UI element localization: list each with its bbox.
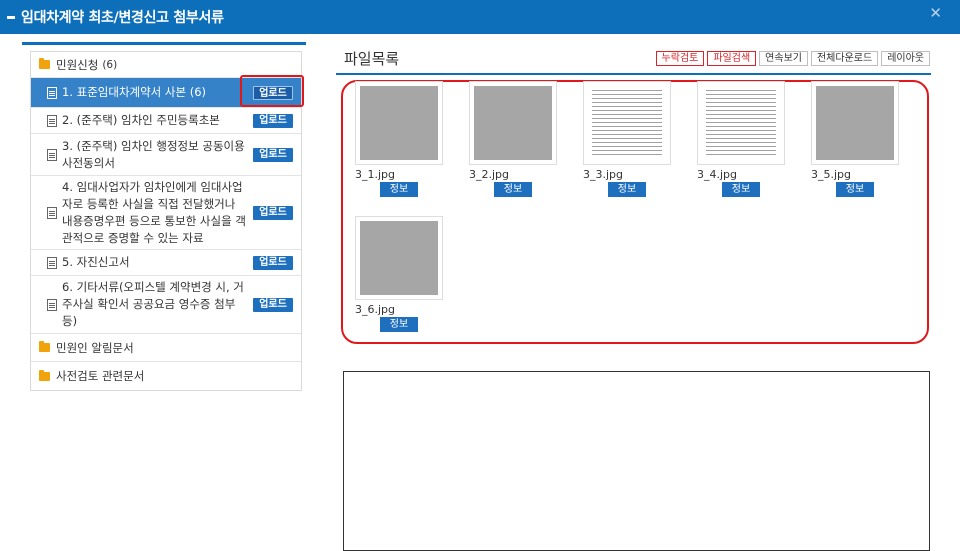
file-list-rule	[336, 73, 931, 75]
document-icon	[47, 298, 57, 311]
folder-icon	[39, 341, 50, 352]
document-icon	[47, 148, 57, 161]
layout-button[interactable]: 레이아웃	[881, 51, 930, 66]
file-search-button[interactable]: 파일검색	[707, 51, 757, 66]
file-thumbnail[interactable]: 3_1.jpg 정보	[355, 81, 445, 197]
missing-review-button[interactable]: 누락검토	[655, 51, 705, 66]
thumbnail-image[interactable]	[469, 81, 557, 165]
file-name: 3_5.jpg	[811, 168, 852, 181]
file-name: 3_4.jpg	[697, 168, 738, 181]
file-name: 3_2.jpg	[469, 168, 510, 181]
tree-group-pre-review-documents[interactable]: 사전검토 관련문서	[31, 362, 301, 390]
preview-pane	[343, 371, 930, 551]
window-titlebar: 임대차계약 최초/변경신고 첨부서류 ✕	[0, 0, 960, 34]
folder-icon	[39, 58, 50, 69]
file-info-button[interactable]: 정보	[380, 182, 418, 197]
file-thumbnail[interactable]: 3_2.jpg 정보	[469, 81, 559, 197]
upload-button[interactable]: 업로드	[253, 205, 293, 220]
left-panel-top-rule	[22, 42, 306, 45]
upload-button[interactable]: 업로드	[253, 113, 293, 128]
document-icon	[47, 206, 57, 219]
file-thumbnail[interactable]: 3_3.jpg 정보	[583, 81, 673, 197]
thumbnail-image[interactable]	[583, 81, 671, 165]
tree-item-label: 6. 기타서류(오피스텔 계약변경 시, 거주사실 확인서 공공요금 영수증 첨…	[62, 280, 244, 328]
tree-item-label: 1. 표준임대차계약서 사본 (6)	[62, 85, 207, 99]
tree-group-count: (6)	[102, 58, 118, 71]
tree-item-label: 2. (준주택) 임차인 주민등록초본	[62, 113, 220, 127]
file-name: 3_6.jpg	[355, 303, 396, 316]
upload-button[interactable]: 업로드	[253, 255, 293, 270]
tree-group-label: 민원신청	[56, 57, 99, 72]
file-info-button[interactable]: 정보	[380, 317, 418, 332]
document-icon	[47, 86, 57, 99]
tree-item-admin-info-consent[interactable]: 3. (준주택) 임차인 행정정보 공동이용 사전동의서 업로드	[31, 134, 301, 176]
file-name: 3_1.jpg	[355, 168, 396, 181]
tree-group-label: 민원인 알림문서	[56, 340, 134, 355]
file-list-title: 파일목록	[344, 50, 400, 68]
upload-button[interactable]: 업로드	[253, 147, 293, 162]
tree-group-label: 사전검토 관련문서	[56, 369, 145, 383]
file-info-button[interactable]: 정보	[722, 182, 760, 197]
tree-group-notice-documents[interactable]: 민원인 알림문서	[31, 334, 301, 362]
close-icon[interactable]: ✕	[929, 4, 942, 22]
continuous-view-button[interactable]: 연속보기	[759, 51, 808, 66]
file-thumbnail[interactable]: 3_5.jpg 정보	[811, 81, 901, 197]
folder-icon	[39, 369, 50, 381]
document-icon	[47, 256, 57, 269]
tree-item-label: 5. 자진신고서	[62, 255, 130, 269]
upload-button[interactable]: 업로드	[253, 297, 293, 312]
tree-item-label: 3. (준주택) 임차인 행정정보 공동이용 사전동의서	[62, 138, 245, 170]
tree-item-label: 4. 임대사업자가 임차인에게 임대사업자로 등록한 사실을 직접 전달했거나 …	[62, 179, 246, 245]
window-title: 임대차계약 최초/변경신고 첨부서류	[21, 10, 224, 26]
collapse-dash-icon[interactable]	[7, 15, 15, 19]
file-list-toolbar: 누락검토 파일검색 연속보기 전체다운로드 레이아웃	[655, 51, 930, 66]
file-name: 3_3.jpg	[583, 168, 624, 181]
download-all-button[interactable]: 전체다운로드	[810, 51, 879, 66]
tree-item-resident-registration[interactable]: 2. (준주택) 임차인 주민등록초본 업로드	[31, 108, 301, 134]
thumbnail-image[interactable]	[355, 216, 443, 300]
thumbnail-image[interactable]	[811, 81, 899, 165]
file-info-button[interactable]: 정보	[836, 182, 874, 197]
tree-item-other-documents[interactable]: 6. 기타서류(오피스텔 계약변경 시, 거주사실 확인서 공공요금 영수증 첨…	[31, 276, 301, 334]
file-thumbnail[interactable]: 3_6.jpg 정보	[355, 216, 445, 332]
file-info-button[interactable]: 정보	[494, 182, 532, 197]
thumbnail-image[interactable]	[355, 81, 443, 165]
file-info-button[interactable]: 정보	[608, 182, 646, 197]
highlight-upload-box	[240, 75, 304, 107]
file-thumbnail[interactable]: 3_4.jpg 정보	[697, 81, 787, 197]
tree-item-registration-notice-proof[interactable]: 4. 임대사업자가 임차인에게 임대사업자로 등록한 사실을 직접 전달했거나 …	[31, 176, 301, 250]
thumbnail-image[interactable]	[697, 81, 785, 165]
tree-item-self-report[interactable]: 5. 자진신고서 업로드	[31, 250, 301, 276]
document-icon	[47, 114, 57, 127]
